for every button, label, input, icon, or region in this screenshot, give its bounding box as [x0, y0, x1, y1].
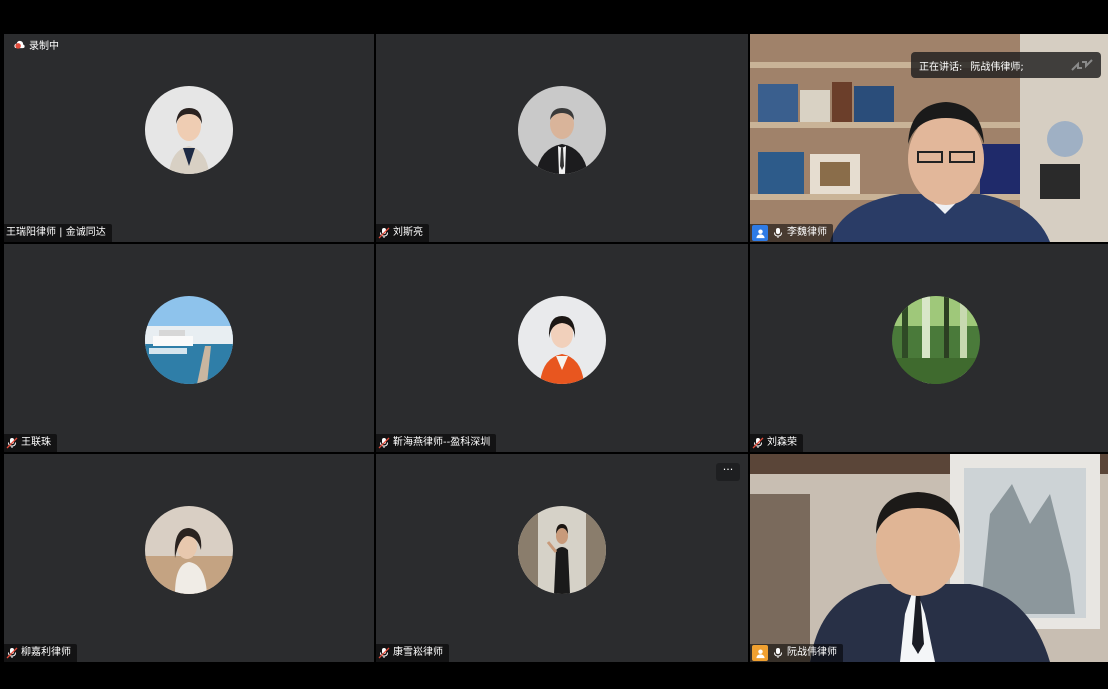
participant-tile-5[interactable]: 靳海燕律师--盈科深圳: [376, 244, 748, 452]
mic-icon: [774, 228, 782, 238]
participant-tile-8[interactable]: 康雪崧律师: [376, 454, 748, 662]
mic-muted-icon: [378, 227, 390, 239]
participant-name-tag: 刘森荣: [750, 434, 803, 452]
participant-name: 刘森荣: [767, 437, 797, 448]
speaking-label: 正在讲话:: [919, 61, 963, 73]
video-grid: 王瑞阳律师 | 金诚同达 刘斯亮 李魏律师 王联珠 靳海燕律师--盈科深圳 刘森…: [4, 34, 1108, 662]
participant-avatar: [145, 296, 233, 384]
top-bar: [0, 0, 1108, 34]
mic-icon: [774, 648, 782, 658]
participant-tile-6[interactable]: 刘森荣: [750, 244, 1108, 452]
more-options-button[interactable]: ···: [716, 463, 740, 481]
host-icon: [752, 645, 768, 661]
participant-video: [750, 454, 1108, 662]
participant-avatar: [145, 86, 233, 174]
participant-tile-2[interactable]: 刘斯亮: [376, 34, 748, 242]
speaking-name: 阮战伟律师;: [970, 61, 1024, 73]
bottom-bar: [0, 662, 1108, 689]
participant-avatar: [145, 506, 233, 594]
participant-tile-7[interactable]: 柳嘉利律师: [4, 454, 374, 662]
participant-name-tag: 柳嘉利律师: [4, 644, 77, 662]
participant-name: 靳海燕律师--盈科深圳: [393, 437, 491, 448]
host-icon: [752, 225, 768, 241]
mic-muted-icon: [378, 437, 390, 449]
participant-name: 阮战伟律师: [787, 647, 837, 658]
recording-label: 录制中: [29, 41, 59, 52]
participant-tile-1[interactable]: 王瑞阳律师 | 金诚同达: [4, 34, 374, 242]
participant-name-tag: 康雪崧律师: [376, 644, 449, 662]
participant-name-tag: 靳海燕律师--盈科深圳: [376, 434, 497, 452]
participant-name-tag: 李魏律师: [750, 224, 833, 242]
participant-name-tag: 阮战伟律师: [750, 644, 843, 662]
participant-name: 王瑞阳律师 | 金诚同达: [6, 227, 106, 238]
mic-muted-icon: [6, 647, 18, 659]
mic-muted-icon: [378, 647, 390, 659]
participant-name: 柳嘉利律师: [21, 647, 71, 658]
participant-tile-9[interactable]: 阮战伟律师: [750, 454, 1108, 662]
participant-avatar: [518, 506, 606, 594]
participant-name-tag: 刘斯亮: [376, 224, 429, 242]
participant-name: 康雪崧律师: [393, 647, 443, 658]
participant-tile-4[interactable]: 王联珠: [4, 244, 374, 452]
mic-muted-icon: [752, 437, 764, 449]
participant-name: 刘斯亮: [393, 227, 423, 238]
participant-avatar: [518, 86, 606, 174]
participant-name-tag: 王瑞阳律师 | 金诚同达: [4, 224, 112, 242]
participant-avatar: [518, 296, 606, 384]
participant-name: 李魏律师: [787, 227, 827, 238]
recording-cloud-icon: [14, 40, 25, 49]
collapse-arrows-icon[interactable]: [1069, 57, 1095, 73]
mic-muted-icon: [6, 437, 18, 449]
participant-name-tag: 王联珠: [4, 434, 57, 452]
active-speaker-banner: 正在讲话: 阮战伟律师;: [911, 52, 1101, 78]
recording-indicator[interactable]: 录制中: [14, 37, 59, 52]
participant-name: 王联珠: [21, 437, 51, 448]
participant-avatar: [892, 296, 980, 384]
